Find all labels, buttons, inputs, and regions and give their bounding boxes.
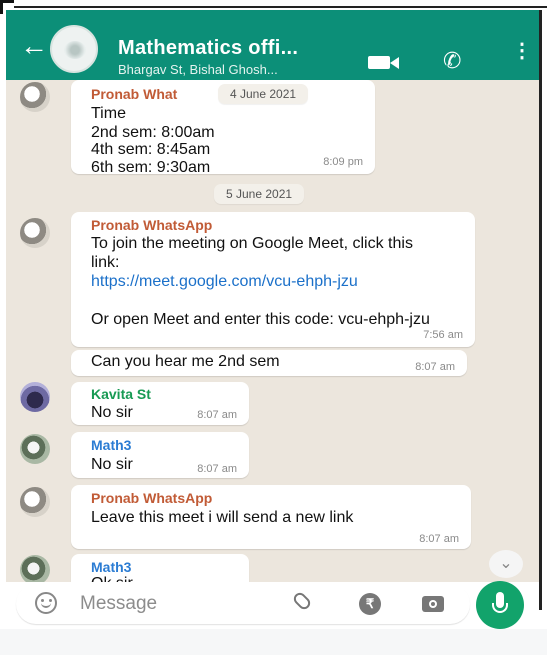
video-call-icon[interactable] [368, 56, 399, 69]
avatar[interactable] [20, 555, 50, 582]
message-text: No sir [91, 456, 133, 473]
message-text: Ok sir [91, 574, 133, 582]
message-sender: Math3 [91, 437, 132, 453]
top-border [0, 0, 547, 14]
camera-icon[interactable] [422, 596, 444, 612]
message-time: 8:07 am [419, 533, 459, 545]
message-sender: Pronab WhatsApp [91, 217, 213, 233]
message-bubble[interactable]: Math3 Ok sir [71, 554, 249, 582]
emoji-icon[interactable] [35, 592, 57, 614]
message-sender: Pronab What [91, 86, 178, 102]
menu-icon[interactable]: ⋮ [512, 41, 532, 61]
message-placeholder[interactable]: Message [80, 593, 157, 615]
message-time: 8:07 am [415, 361, 455, 373]
chat-title[interactable]: Mathematics offi... [118, 37, 298, 60]
chat-subtitle[interactable]: Bhargav St, Bishal Ghosh... [118, 62, 278, 77]
chat-area[interactable]: Pronab What Time 2nd sem: 8:00am 4th sem… [6, 80, 539, 582]
attach-icon[interactable] [291, 590, 313, 612]
right-border [539, 10, 542, 610]
avatar[interactable] [20, 218, 50, 248]
chat-header: ← Mathematics offi... Bhargav St, Bishal… [6, 10, 539, 80]
message-bubble[interactable]: Kavita St No sir 8:07 am [71, 382, 249, 425]
date-divider: 5 June 2021 [214, 184, 305, 204]
avatar[interactable] [20, 82, 50, 112]
avatar[interactable] [20, 434, 50, 464]
message-bubble[interactable]: Can you hear me 2nd sem 8:07 am [71, 350, 467, 376]
message-text: Leave this meet i will send a new link [91, 509, 354, 526]
scroll-down-icon[interactable]: ⌄ [489, 550, 523, 578]
message-time: 8:09 pm [323, 156, 363, 168]
avatar[interactable] [20, 487, 50, 517]
message-bubble[interactable]: Pronab WhatsApp Leave this meet i will s… [71, 485, 471, 549]
system-bar [0, 629, 547, 655]
message-time: 8:07 am [197, 409, 237, 421]
message-text: Or open Meet and enter this code: vcu-eh… [91, 311, 430, 328]
message-bubble[interactable]: Pronab WhatsApp To join the meeting on G… [71, 212, 475, 347]
message-line: 4th sem: 8:45am [91, 141, 211, 158]
message-bubble[interactable]: Math3 No sir 8:07 am [71, 432, 249, 478]
rupee-icon[interactable]: ₹ [359, 593, 381, 615]
message-text: No sir [91, 404, 133, 421]
message-line: 6th sem: 9:30am [91, 159, 211, 176]
message-line: Time [91, 105, 126, 122]
message-sender: Pronab WhatsApp [91, 490, 213, 506]
message-sender: Kavita St [91, 386, 151, 402]
message-sender: Math3 [91, 559, 132, 575]
back-arrow-icon[interactable]: ← [20, 32, 48, 60]
avatar[interactable] [20, 382, 50, 412]
message-composer[interactable]: Message ₹ [16, 584, 470, 624]
message-time: 7:56 am [423, 329, 463, 341]
message-time: 8:07 am [197, 463, 237, 475]
message-text: Can you hear me 2nd sem [91, 353, 280, 370]
phone-icon[interactable]: ✆ [443, 48, 461, 74]
meeting-link[interactable]: https://meet.google.com/vcu-ehph-jzu [91, 272, 406, 291]
mic-icon[interactable] [476, 581, 524, 629]
message-text: To join the meeting on Google Meet, clic… [91, 235, 413, 271]
date-divider: 4 June 2021 [218, 84, 309, 104]
group-avatar-icon[interactable] [50, 25, 98, 73]
